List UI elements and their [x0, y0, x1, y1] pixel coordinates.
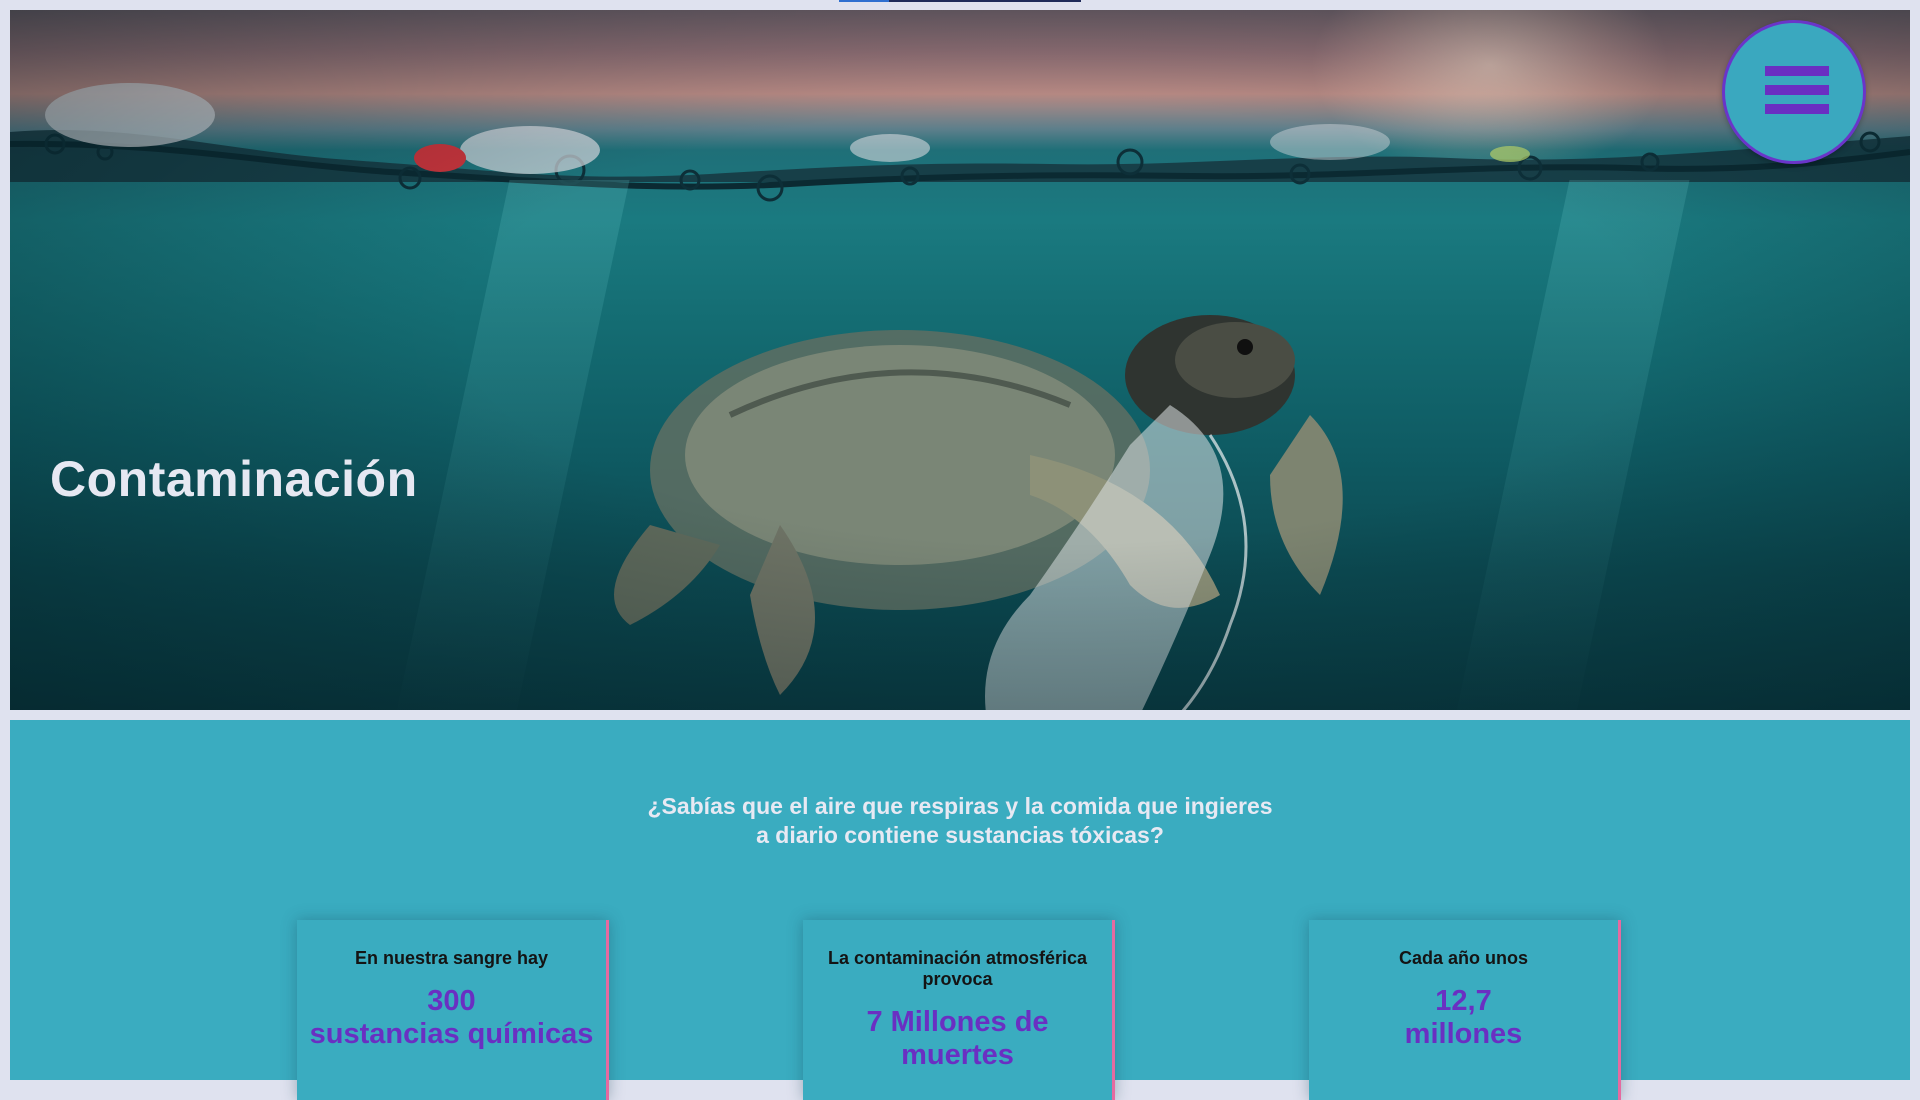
info-question: ¿Sabías que el aire que respiras y la co…: [10, 792, 1910, 850]
stat-card-value-line-2: muertes: [901, 1039, 1014, 1071]
stat-card-lead: En nuestra sangre hay: [354, 948, 549, 968]
stat-card-air-pollution-deaths: La contaminación atmosférica provoca 7 M…: [803, 920, 1115, 1100]
hamburger-menu-icon: [1765, 66, 1829, 123]
hero-banner: Contaminación: [10, 10, 1910, 710]
top-scroll-indicator: [839, 0, 1081, 2]
stat-card-value-line-2: sustancias químicas: [309, 1018, 594, 1050]
stat-card-value: 12,7 millones: [1309, 985, 1618, 1051]
stat-card-value-line-1: 12,7: [1435, 985, 1492, 1017]
stat-card-value-line-1: 7 Millones de: [866, 1006, 1049, 1038]
stat-card-lead: Cada año unos: [1398, 948, 1528, 968]
hero-vignette: [10, 10, 1910, 710]
stat-card-yearly-millions: Cada año unos 12,7 millones: [1309, 920, 1621, 1100]
menu-button[interactable]: [1722, 20, 1866, 164]
stat-card-blood-chemicals: En nuestra sangre hay 300 sustancias quí…: [297, 920, 609, 1100]
scroll-progress-fill: [839, 0, 889, 2]
stat-card-value: 300 sustancias químicas: [297, 985, 606, 1051]
hero-title: Contaminación: [50, 451, 418, 507]
stat-card-value: 7 Millones de muertes: [803, 1006, 1112, 1072]
stat-card-lead: La contaminación atmosférica provoca: [827, 948, 1088, 989]
stat-card-value-line-1: 300: [427, 985, 476, 1017]
stat-card-value-line-2: millones: [1404, 1018, 1523, 1050]
info-section: ¿Sabías que el aire que respiras y la co…: [10, 720, 1910, 1100]
info-question-line-1: ¿Sabías que el aire que respiras y la co…: [647, 793, 1273, 819]
info-question-line-2: a diario contiene sustancias tóxicas?: [756, 822, 1164, 848]
